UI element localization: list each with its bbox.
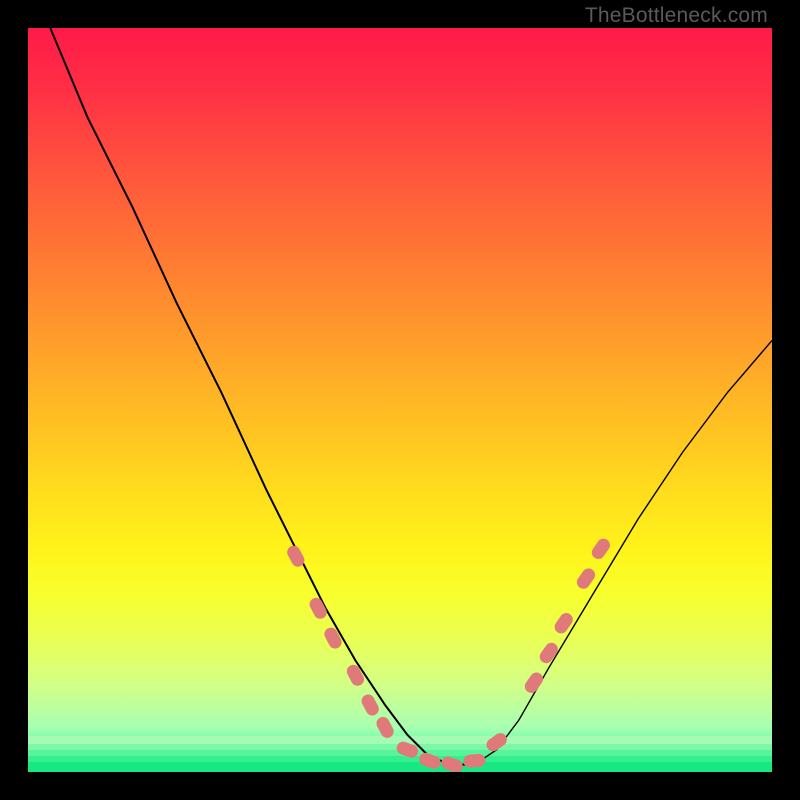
curve-layer	[28, 28, 772, 772]
bottleneck-curve-left	[50, 28, 474, 765]
attribution-text: TheBottleneck.com	[585, 4, 768, 28]
curve-marker	[417, 751, 442, 771]
plot-area	[28, 28, 772, 772]
curve-marker	[440, 755, 465, 772]
curve-marker	[359, 692, 381, 718]
bottleneck-curve-right	[452, 341, 772, 765]
curve-marker	[374, 715, 396, 741]
curve-marker	[574, 566, 597, 591]
curve-marker	[344, 663, 366, 689]
curve-marker	[552, 610, 575, 635]
curve-marker	[589, 536, 612, 561]
curve-marker	[322, 625, 344, 651]
curve-marker	[522, 670, 545, 695]
marker-group	[285, 536, 613, 772]
curve-marker	[463, 753, 486, 768]
chart-frame: TheBottleneck.com	[0, 0, 800, 800]
